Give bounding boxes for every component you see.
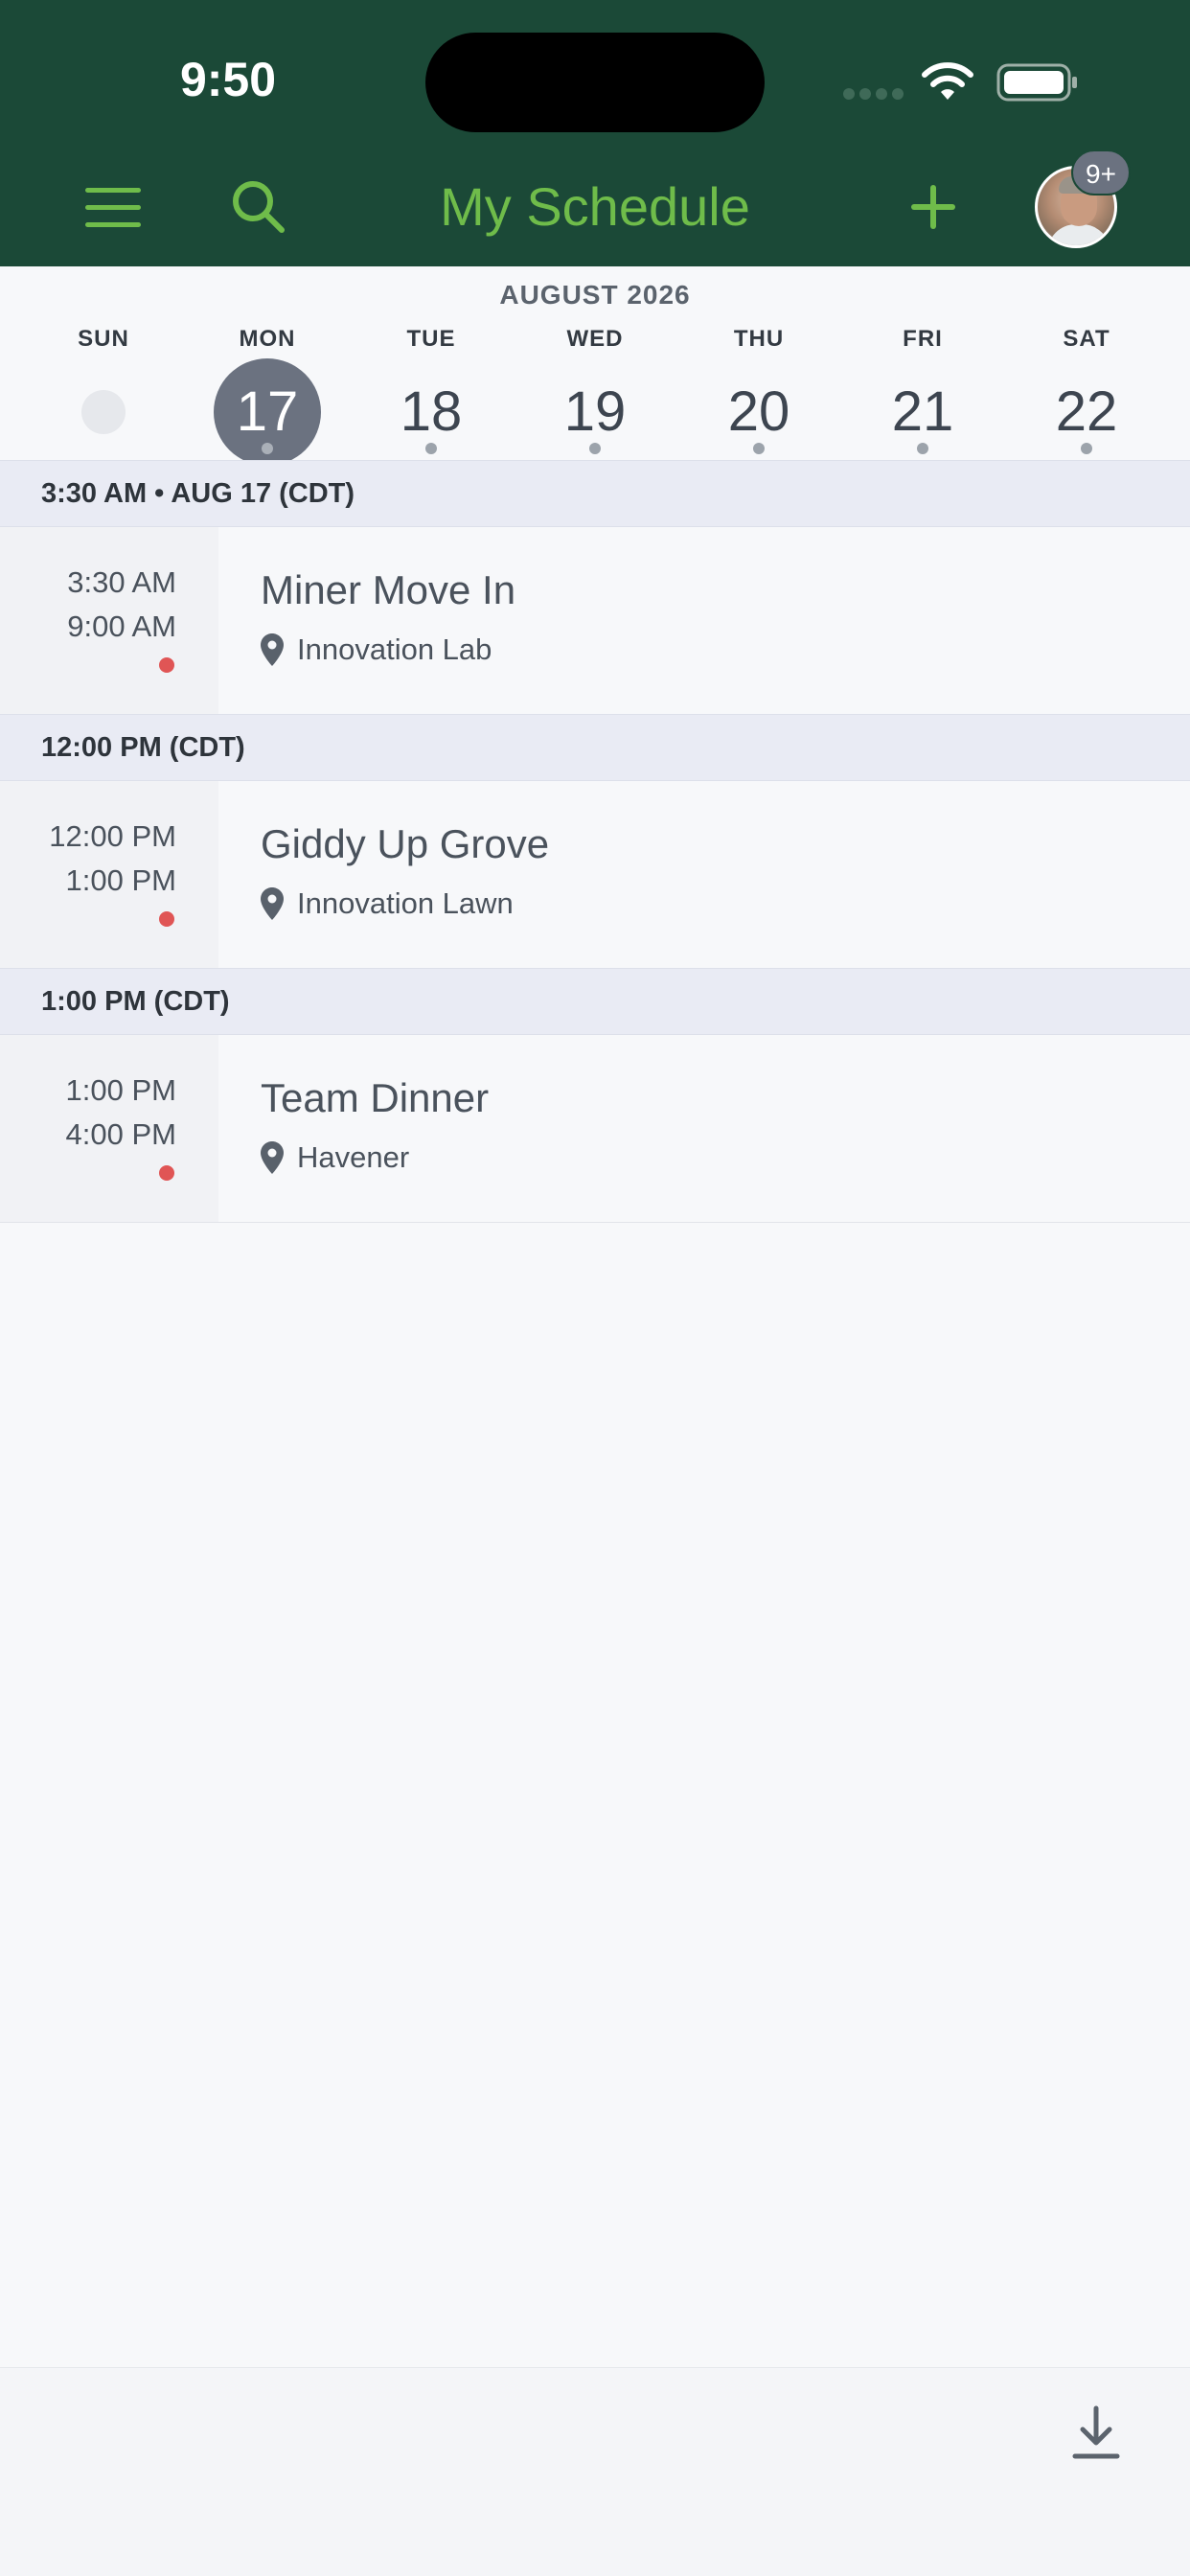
day-of-week-label: FRI bbox=[903, 326, 943, 352]
day-of-week-label: TUE bbox=[406, 326, 456, 352]
week-strip: AUGUST 2026 SUN MON 17 TUE 18 WED 19 THU… bbox=[0, 266, 1190, 466]
event-indicator-dot bbox=[917, 443, 928, 454]
add-event-button[interactable] bbox=[897, 172, 970, 242]
day-of-week-label: SAT bbox=[1063, 326, 1110, 352]
event-row-giddy-up-grove[interactable]: 12:00 PM 1:00 PM Giddy Up Grove Innovati… bbox=[0, 781, 1190, 969]
section-header: 12:00 PM (CDT) bbox=[0, 714, 1190, 781]
wifi-icon bbox=[922, 62, 973, 100]
day-thu[interactable]: THU 20 bbox=[692, 320, 826, 454]
event-status-dot bbox=[159, 911, 174, 927]
event-time-column: 1:00 PM 4:00 PM bbox=[0, 1035, 218, 1222]
day-mon[interactable]: MON 17 bbox=[200, 320, 334, 466]
event-indicator-dot bbox=[1081, 443, 1092, 454]
dynamic-island bbox=[425, 33, 765, 132]
hamburger-menu-icon bbox=[85, 188, 141, 227]
menu-button[interactable] bbox=[77, 172, 149, 242]
day-tue[interactable]: TUE 18 bbox=[364, 320, 498, 454]
plus-icon bbox=[911, 185, 955, 229]
day-of-week-label: MON bbox=[239, 326, 296, 352]
event-time-column: 3:30 AM 9:00 AM bbox=[0, 527, 218, 714]
event-start-time: 12:00 PM bbox=[49, 819, 176, 853]
event-location: Havener bbox=[261, 1138, 409, 1177]
app-header: 9:50 My Schedule 9+ bbox=[0, 0, 1190, 266]
event-title: Team Dinner bbox=[261, 1075, 490, 1120]
event-end-time: 9:00 AM bbox=[67, 610, 176, 643]
event-status-dot bbox=[159, 1165, 174, 1181]
event-title: Giddy Up Grove bbox=[261, 821, 550, 866]
day-of-week-label: SUN bbox=[78, 326, 129, 352]
event-title: Miner Move In bbox=[261, 567, 516, 612]
section-header: 3:30 AM • AUG 17 (CDT) bbox=[0, 460, 1190, 527]
bottom-toolbar bbox=[0, 2367, 1190, 2576]
event-status-dot bbox=[159, 657, 174, 673]
day-sun[interactable]: SUN bbox=[36, 320, 171, 454]
day-fri[interactable]: FRI 21 bbox=[856, 320, 990, 454]
location-pin-icon bbox=[261, 1141, 284, 1174]
cellular-signal-icon bbox=[843, 88, 904, 100]
battery-icon bbox=[996, 63, 1077, 102]
event-end-time: 4:00 PM bbox=[65, 1117, 176, 1151]
download-button[interactable] bbox=[1065, 2403, 1127, 2464]
month-label: AUGUST 2026 bbox=[499, 280, 691, 310]
status-time: 9:50 bbox=[179, 53, 277, 106]
download-icon bbox=[1072, 2405, 1120, 2459]
event-location-text: Havener bbox=[297, 1140, 410, 1174]
search-button[interactable] bbox=[222, 172, 295, 242]
event-location: Innovation Lab bbox=[261, 631, 492, 669]
event-time-column: 12:00 PM 1:00 PM bbox=[0, 781, 218, 968]
location-pin-icon bbox=[261, 887, 284, 920]
notification-badge: 9+ bbox=[1071, 150, 1131, 196]
event-location-text: Innovation Lawn bbox=[297, 886, 514, 920]
day-wed[interactable]: WED 19 bbox=[528, 320, 662, 454]
event-indicator-dot bbox=[753, 443, 765, 454]
event-start-time: 1:00 PM bbox=[65, 1073, 176, 1107]
section-header: 1:00 PM (CDT) bbox=[0, 968, 1190, 1035]
day-of-week-label: WED bbox=[566, 326, 624, 352]
event-indicator-dot bbox=[425, 443, 437, 454]
location-pin-icon bbox=[261, 633, 284, 666]
day-sat[interactable]: SAT 22 bbox=[1019, 320, 1154, 454]
page-title: My Schedule bbox=[440, 176, 750, 237]
event-indicator-dot bbox=[262, 443, 273, 454]
event-row-miner-move-in[interactable]: 3:30 AM 9:00 AM Miner Move In Innovation… bbox=[0, 527, 1190, 715]
event-row-team-dinner[interactable]: 1:00 PM 4:00 PM Team Dinner Havener bbox=[0, 1035, 1190, 1223]
event-location: Innovation Lawn bbox=[261, 885, 514, 923]
event-indicator-dot bbox=[589, 443, 601, 454]
event-end-time: 1:00 PM bbox=[65, 863, 176, 897]
event-start-time: 3:30 AM bbox=[67, 565, 176, 599]
day-of-week-label: THU bbox=[733, 326, 785, 352]
search-icon bbox=[233, 181, 285, 233]
event-location-text: Innovation Lab bbox=[297, 632, 492, 666]
